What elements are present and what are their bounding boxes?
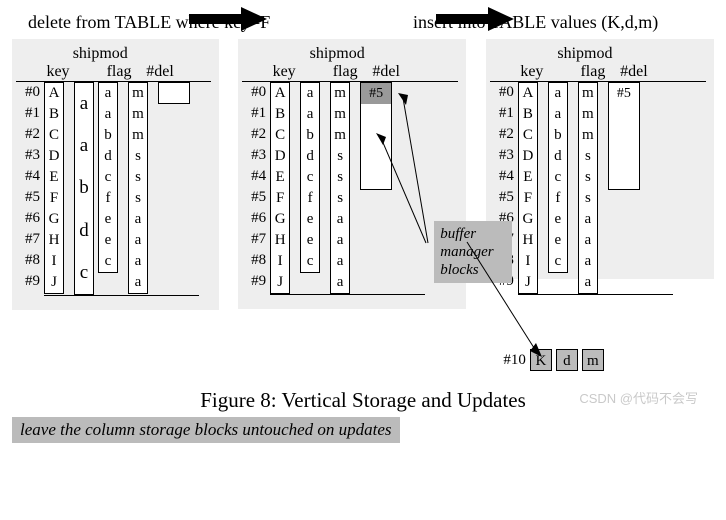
table-name: shipmod xyxy=(242,45,458,63)
arrow-line-icon xyxy=(398,93,438,258)
arrow-icon xyxy=(436,7,514,31)
mid-column: aabdcfeec xyxy=(98,82,118,273)
mid-column: aabdcfeec xyxy=(300,82,320,273)
table-name: shipmod xyxy=(490,45,706,63)
del-entry: #5 xyxy=(361,83,391,104)
mid-column-large: aabdc xyxy=(74,82,94,295)
rownum-column: #0#1#2#3#4#5#6#7#8#9 xyxy=(242,82,266,292)
watermark: CSDN @代码不会写 xyxy=(579,388,698,407)
col-flag-header: flag xyxy=(100,63,138,81)
table-name: shipmod xyxy=(16,45,211,63)
column-headers: key flag #del xyxy=(16,63,211,82)
data-grid: #0#1#2#3#4#5#6#7#8#9 ABCDEFGHIJ aabdc aa… xyxy=(16,82,211,295)
panel-after-delete: shipmod key flag #del #0#1#2#3#4#5#6#7#8… xyxy=(238,39,466,309)
del-entry: #5 xyxy=(609,83,639,104)
leave-untouched-note: leave the column storage blocks untouche… xyxy=(12,417,400,443)
sql-labels-row: delete from TABLE where key=F insert int… xyxy=(12,12,714,39)
mid-column: aabdcfeec xyxy=(548,82,568,273)
del-column-empty xyxy=(158,82,190,104)
flag-column: mmmsssaaaa xyxy=(128,82,148,294)
key-column: ABCDEFGHIJ xyxy=(270,82,290,294)
panels-row: shipmod key flag #del #0#1#2#3#4#5#6#7#8… xyxy=(12,39,714,310)
column-headers: key flag #del xyxy=(490,63,706,82)
key-column: ABCDEFGHIJ xyxy=(44,82,64,294)
panel-after-insert: shipmod key flag #del #0#1#2#3#4#5#6#7#8… xyxy=(486,39,714,279)
panel-initial: shipmod key flag #del #0#1#2#3#4#5#6#7#8… xyxy=(12,39,219,310)
rownum-column: #0#1#2#3#4#5#6#7#8#9 xyxy=(16,82,40,292)
del-column-with-entry: #5 xyxy=(608,82,640,190)
diagram-container: delete from TABLE where key=F insert int… xyxy=(12,12,714,413)
delete-sql-label: delete from TABLE where key=F xyxy=(28,12,313,33)
insert-cell: m xyxy=(582,349,604,371)
col-key-header: key xyxy=(38,63,78,81)
arrow-line-icon xyxy=(464,239,544,364)
column-headers: key flag #del xyxy=(242,63,458,82)
flag-column: mmmsssaaaa xyxy=(330,82,350,294)
insert-cell: d xyxy=(556,349,578,371)
flag-column: mmmsssaaaa xyxy=(578,82,598,294)
arrow-icon xyxy=(189,7,267,31)
col-del-header: #del xyxy=(140,63,180,81)
